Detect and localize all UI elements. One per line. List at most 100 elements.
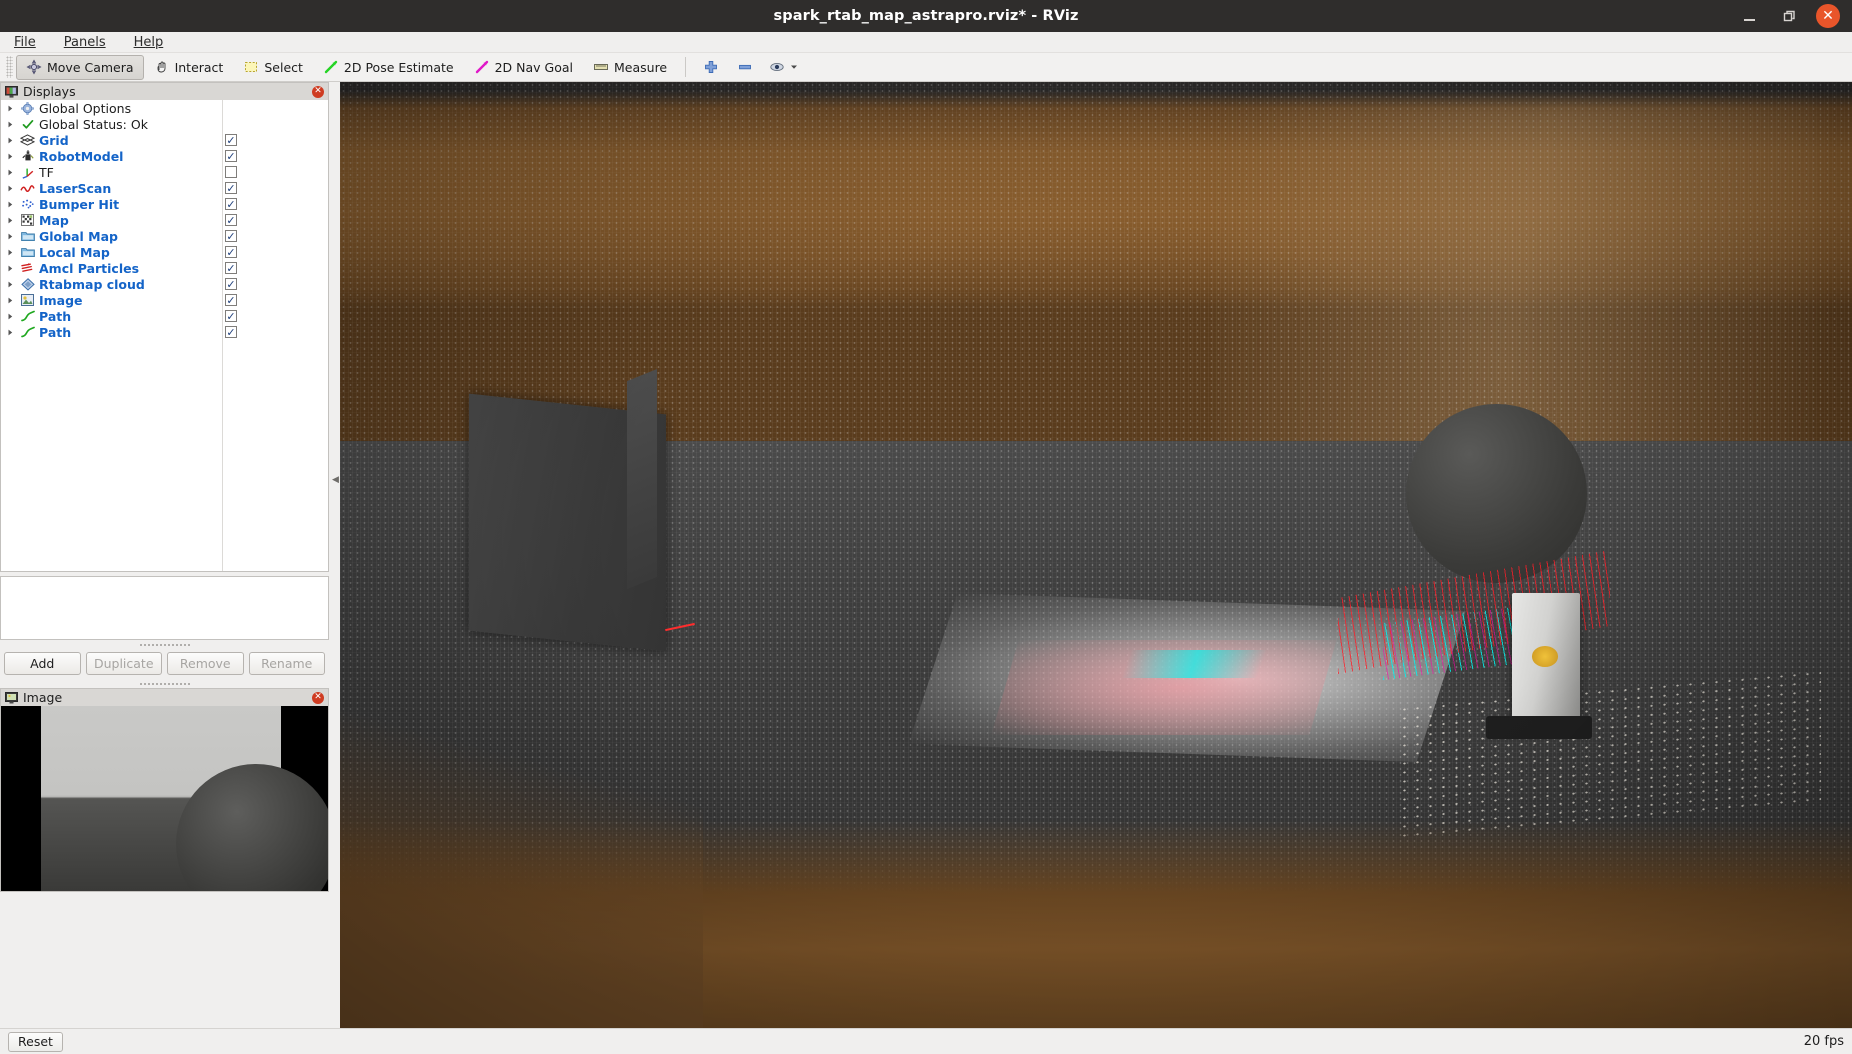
expand-arrow-icon[interactable] <box>1 329 19 336</box>
rename-display-button[interactable]: Rename <box>248 652 325 675</box>
focus-eye-icon <box>770 62 784 72</box>
tool-measure-label: Measure <box>614 59 668 75</box>
tree-item-bumper-hit[interactable]: Bumper Hit ✓ <box>1 196 328 212</box>
add-display-button[interactable]: Add <box>4 652 81 675</box>
cloud-diamond-icon <box>19 277 36 291</box>
tree-item-tf[interactable]: TF <box>1 164 328 180</box>
expand-arrow-icon[interactable] <box>1 105 19 112</box>
3d-render-view[interactable] <box>340 82 1852 1028</box>
tool-move-camera[interactable]: Move Camera <box>16 54 144 80</box>
left-dock-collapse-handle[interactable]: ◀ <box>331 465 340 495</box>
minus-icon <box>739 64 752 70</box>
menu-file[interactable]: File <box>12 34 38 51</box>
expand-arrow-icon[interactable] <box>1 217 19 224</box>
tree-item-grid[interactable]: Grid ✓ <box>1 132 328 148</box>
checkbox-mark: ✓ <box>226 309 236 323</box>
tool-2d-nav-goal[interactable]: 2D Nav Goal <box>464 55 583 80</box>
pose-estimate-arrow-icon <box>324 60 338 74</box>
maximize-button[interactable] <box>1776 3 1802 29</box>
tree-checkbox[interactable]: ✓ <box>225 310 237 322</box>
tree-item-image[interactable]: Image ✓ <box>1 292 328 308</box>
checkbox-mark: ✓ <box>226 245 236 259</box>
expand-arrow-icon[interactable] <box>1 265 19 272</box>
tree-checkbox[interactable]: ✓ <box>225 230 237 242</box>
remove-display-button[interactable]: Remove <box>167 652 244 675</box>
image-panel-close-button[interactable]: ✕ <box>312 691 324 704</box>
tree-checkbox[interactable]: ✓ <box>225 150 237 162</box>
checkmark-icon <box>19 117 36 131</box>
tree-label: Global Options <box>39 100 132 116</box>
tree-checkbox[interactable]: ✓ <box>225 326 237 338</box>
tree-item-laserscan[interactable]: LaserScan ✓ <box>1 180 328 196</box>
tree-checkbox[interactable]: ✓ <box>225 262 237 274</box>
menu-panels[interactable]: Panels <box>62 34 108 51</box>
duplicate-display-button[interactable]: Duplicate <box>85 652 162 675</box>
tree-checkbox[interactable]: ✓ <box>225 214 237 226</box>
camera-image-sphere <box>176 764 328 891</box>
tool-select[interactable]: Select <box>233 55 313 80</box>
toolbar-focus-button[interactable] <box>762 55 805 80</box>
checkbox-mark: ✓ <box>226 213 236 227</box>
expand-arrow-icon[interactable] <box>1 281 19 288</box>
tree-checkbox[interactable] <box>225 166 237 178</box>
close-button[interactable]: ✕ <box>1816 4 1840 28</box>
grid-icon <box>19 133 36 147</box>
tree-item-global-status[interactable]: Global Status: Ok <box>1 116 328 132</box>
tree-item-global-map[interactable]: Global Map ✓ <box>1 228 328 244</box>
tree-item-robotmodel[interactable]: RobotModel ✓ <box>1 148 328 164</box>
expand-arrow-icon[interactable] <box>1 121 19 128</box>
tree-checkbox[interactable]: ✓ <box>225 198 237 210</box>
tree-item-path-1[interactable]: Path ✓ <box>1 308 328 324</box>
tree-label: Bumper Hit <box>39 196 120 212</box>
tree-item-amcl-particles[interactable]: Amcl Particles ✓ <box>1 260 328 276</box>
tree-label: Map <box>39 212 69 228</box>
window-controls: ✕ <box>1736 0 1844 32</box>
tree-item-path-2[interactable]: Path ✓ <box>1 324 328 340</box>
nav-goal-arrow-icon <box>475 60 488 74</box>
expand-arrow-icon[interactable] <box>1 185 19 192</box>
interact-hand-icon <box>157 61 166 73</box>
tool-measure[interactable]: Measure <box>583 55 677 80</box>
tree-item-rtabmap-cloud[interactable]: Rtabmap cloud ✓ <box>1 276 328 292</box>
checkbox-mark: ✓ <box>226 229 236 243</box>
image-panel-splitter-handle[interactable] <box>139 680 190 687</box>
scene-foreground-floor-left <box>340 668 703 1028</box>
minimize-button[interactable] <box>1736 3 1762 29</box>
displays-panel-close-button[interactable]: ✕ <box>312 85 324 98</box>
tool-2d-pose-estimate[interactable]: 2D Pose Estimate <box>313 55 464 80</box>
tree-checkbox[interactable]: ✓ <box>225 294 237 306</box>
tree-checkbox[interactable]: ✓ <box>225 182 237 194</box>
tree-item-local-map[interactable]: Local Map ✓ <box>1 244 328 260</box>
toolbar-grip[interactable] <box>6 56 13 78</box>
expand-arrow-icon[interactable] <box>1 169 19 176</box>
toolbar-plus-button[interactable] <box>694 55 728 80</box>
menu-help[interactable]: Help <box>132 34 166 51</box>
window-title: spark_rtab_map_astrapro.rviz* - RViz <box>773 8 1079 24</box>
expand-arrow-icon[interactable] <box>1 249 19 256</box>
tree-checkbox[interactable]: ✓ <box>225 278 237 290</box>
tool-interact[interactable]: Interact <box>144 55 234 80</box>
displays-tree[interactable]: Global Options Global Status: Ok Grid ✓ … <box>0 100 329 572</box>
expand-arrow-icon[interactable] <box>1 137 19 144</box>
expand-arrow-icon[interactable] <box>1 233 19 240</box>
checkbox-mark: ✓ <box>226 293 236 307</box>
tree-checkbox[interactable]: ✓ <box>225 246 237 258</box>
expand-arrow-icon[interactable] <box>1 297 19 304</box>
scene-sphere-object <box>1405 403 1588 584</box>
tree-item-map[interactable]: Map ✓ <box>1 212 328 228</box>
scene-robot-base <box>1486 715 1592 740</box>
reset-button[interactable]: Reset <box>8 1031 63 1052</box>
main-toolbar: Move Camera Interact Select 2D Pose Esti… <box>0 53 1852 82</box>
folder-icon <box>19 229 36 243</box>
tree-checkbox[interactable]: ✓ <box>225 134 237 146</box>
panel-splitter-handle[interactable] <box>139 641 190 648</box>
expand-arrow-icon[interactable] <box>1 153 19 160</box>
expand-arrow-icon[interactable] <box>1 201 19 208</box>
window-titlebar: spark_rtab_map_astrapro.rviz* - RViz ✕ <box>0 0 1852 32</box>
scene-obstacle-edge <box>627 369 658 590</box>
property-editor-area[interactable] <box>0 576 329 640</box>
tree-item-global-options[interactable]: Global Options <box>1 100 328 116</box>
toolbar-minus-button[interactable] <box>728 55 762 80</box>
expand-arrow-icon[interactable] <box>1 313 19 320</box>
image-display-view[interactable] <box>0 706 329 892</box>
